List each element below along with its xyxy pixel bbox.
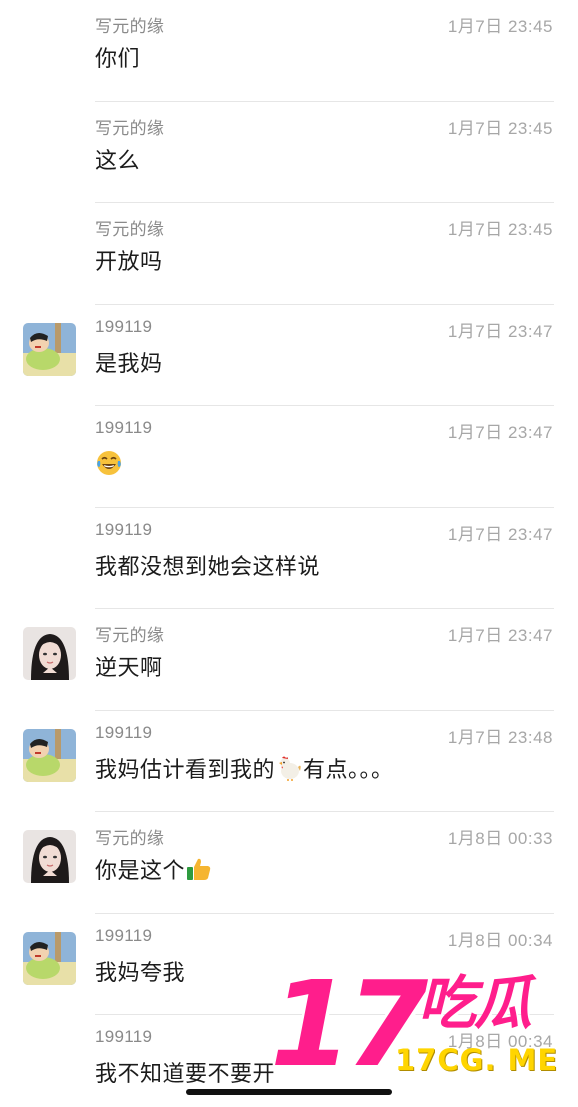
message-text-row: 这么 [95, 142, 140, 176]
message-time: 1月7日 23:45 [447, 220, 553, 239]
message-text-row: 我都没想到她会这样说 [95, 548, 320, 582]
sender-name: 199119 [95, 1027, 153, 1046]
message-time: 1月7日 23:48 [447, 727, 553, 747]
message-time: 1月7日 23:47 [447, 423, 553, 442]
message-item[interactable]: 199119 1月7日 23:47 我都没想到她会这样说 [0, 508, 578, 609]
sender-name: 写元的缘 [95, 829, 165, 848]
watermark-chinese: 吃瓜 [418, 969, 532, 1037]
message-item[interactable]: 写元的缘 1月7日 23:45 这么 [0, 102, 578, 203]
message-text: 是我妈 [95, 350, 163, 376]
message-text: 开放吗 [95, 249, 163, 274]
message-text-after: 有点。。。 [303, 756, 394, 782]
cartoon-boy-avatar[interactable] [23, 728, 76, 782]
message-text-row [95, 446, 123, 480]
sender-name: 写元的缘 [95, 118, 165, 138]
home-indicator[interactable] [186, 1089, 392, 1095]
tears-of-joy-icon [96, 450, 122, 476]
watermark: 17 吃瓜 17CG. ME [270, 965, 570, 1085]
message-time: 1月7日 23:47 [447, 321, 553, 341]
message-text-row: 我不知道要不要开 [95, 1055, 275, 1089]
message-text: 我不知道要不要开 [95, 1061, 276, 1086]
message-text: 我都没想到她会这样说 [95, 553, 321, 579]
sender-name: 199119 [95, 418, 153, 437]
sender-name: 199119 [95, 925, 153, 945]
sender-name: 199119 [95, 722, 153, 742]
message-text-row: 我妈夸我 [95, 954, 185, 988]
message-text-row: 逆天啊 [95, 649, 163, 683]
sender-name: 写元的缘 [95, 626, 165, 645]
message-text-row: 你们 [95, 40, 140, 74]
message-item[interactable]: 写元的缘 1月7日 23:47 逆天啊 [0, 609, 578, 711]
thumbs-up-icon [186, 856, 212, 882]
girl-photo-avatar[interactable] [23, 627, 76, 680]
chat-message-list: 写元的缘 1月7日 23:45 你们 写元的缘 1月7日 23:45 这么 写元的缘 1月7日… [0, 0, 578, 1107]
message-text: 我妈估计看到我的 [95, 756, 276, 782]
cartoon-boy-avatar[interactable] [23, 322, 76, 376]
message-text: 你们 [95, 46, 141, 71]
sender-name: 写元的缘 [95, 220, 165, 239]
message-item[interactable]: 199119 1月7日 23:47 [0, 406, 578, 508]
message-time: 1月7日 23:47 [447, 524, 553, 544]
message-text-row: 开放吗 [95, 243, 163, 277]
sender-name: 写元的缘 [95, 17, 165, 36]
message-time: 1月8日 00:33 [447, 829, 553, 848]
message-text-row: 你是这个 [95, 852, 213, 886]
message-text: 逆天啊 [95, 655, 163, 680]
message-text: 你是这个 [95, 858, 186, 883]
message-text: 这么 [95, 147, 141, 173]
watermark-url: 17CG. ME [395, 1043, 559, 1077]
message-item[interactable]: 写元的缘 1月7日 23:45 你们 [0, 0, 578, 102]
message-item[interactable]: 199119 1月7日 23:48 我妈估计看到我的 有点。。。 [0, 711, 578, 812]
message-text-row: 是我妈 [95, 345, 163, 379]
cartoon-boy-avatar[interactable] [23, 931, 76, 985]
message-text: 我妈夸我 [95, 959, 186, 985]
message-text-row: 我妈估计看到我的 有点。。。 [95, 751, 394, 785]
girl-photo-avatar[interactable] [23, 830, 76, 883]
sender-name: 199119 [95, 519, 153, 539]
message-time: 1月7日 23:45 [447, 17, 553, 36]
sender-name: 199119 [95, 316, 153, 336]
message-item[interactable]: 写元的缘 1月7日 23:45 开放吗 [0, 203, 578, 305]
message-time: 1月8日 00:34 [447, 930, 553, 950]
message-time: 1月7日 23:45 [447, 118, 553, 138]
message-time: 1月7日 23:47 [447, 626, 553, 645]
chicken-icon [276, 755, 302, 781]
message-item[interactable]: 199119 1月7日 23:47 是我妈 [0, 305, 578, 406]
message-item[interactable]: 写元的缘 1月8日 00:33 你是这个 [0, 812, 578, 914]
